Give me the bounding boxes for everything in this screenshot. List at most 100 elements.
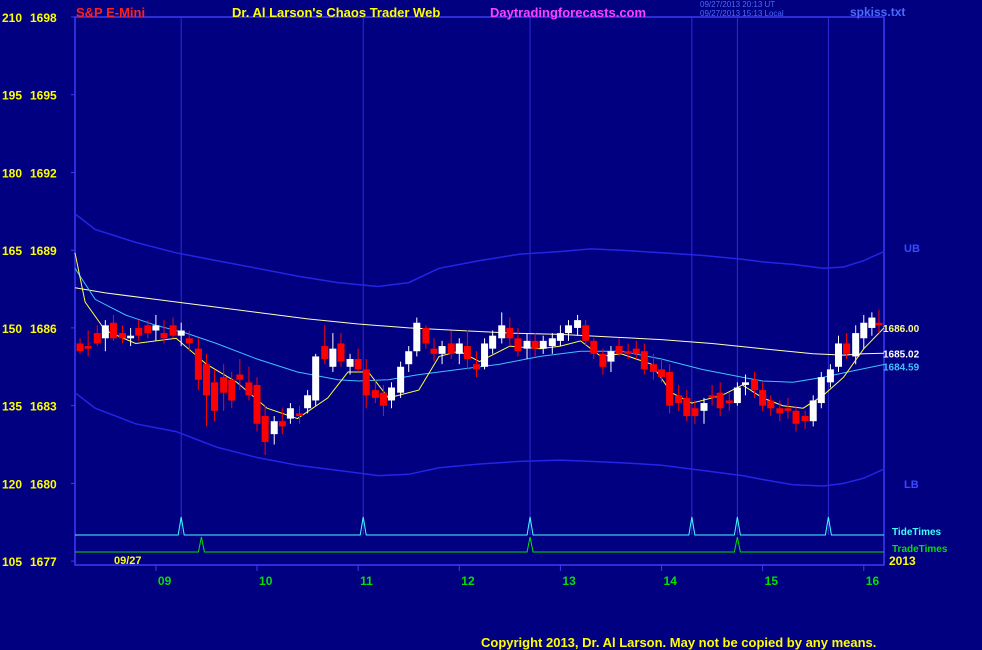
candle-body xyxy=(658,369,666,378)
candle-body xyxy=(733,387,741,404)
y-tick-left-label: 165 xyxy=(2,244,22,258)
candle-body xyxy=(119,333,127,339)
x-tick-label: 15 xyxy=(765,574,779,588)
candle-body xyxy=(691,408,699,417)
candle-body xyxy=(868,317,876,328)
candle-body xyxy=(582,325,590,341)
candle-body xyxy=(447,343,455,354)
y-tick-left-label: 105 xyxy=(2,555,22,569)
y-tick-left-label: 195 xyxy=(2,89,22,103)
candle-body xyxy=(185,338,193,344)
y-tick-right-label: 1692 xyxy=(30,166,57,180)
candle-body xyxy=(767,400,775,409)
site-name[interactable]: Daytradingforecasts.com xyxy=(490,5,646,20)
candle-body xyxy=(135,327,143,336)
upper-band-label: UB xyxy=(904,243,920,255)
candle-body xyxy=(741,382,749,385)
y-tick-left-label: 135 xyxy=(2,400,22,414)
candle-body xyxy=(801,416,809,422)
price-label: 1684.59 xyxy=(883,362,920,373)
price-label: 1686.00 xyxy=(883,324,920,335)
price-label: 1685.02 xyxy=(883,349,920,360)
y-tick-left-label: 180 xyxy=(2,166,22,180)
candle-body xyxy=(472,364,480,370)
y-tick-right-label: 1689 xyxy=(30,244,57,258)
candle-body xyxy=(852,333,860,357)
candle-body xyxy=(834,343,842,367)
symbol-title: S&P E-Mini xyxy=(76,5,146,20)
candle-body xyxy=(202,364,210,396)
candle-body xyxy=(109,322,117,339)
candle-body xyxy=(270,421,278,435)
candle-body xyxy=(160,333,168,339)
candle-body xyxy=(245,382,253,396)
axes: 105 1677 120 1680 135 1683 150 1686 165 1689 180 16… xyxy=(2,11,916,588)
candle-body xyxy=(194,348,202,380)
candle-body xyxy=(388,387,396,401)
candle-body xyxy=(817,377,825,404)
timing-pulses: TideTimesTradeTimes xyxy=(75,516,948,555)
copyright-notice: Copyright 2013, Dr. Al Larson. May not b… xyxy=(481,635,877,650)
candle-body xyxy=(784,408,792,411)
candle-body xyxy=(514,338,522,352)
price-labels: 1686.00 1685.02 1684.59 UB LB xyxy=(883,243,920,491)
y-tick-left-label: 120 xyxy=(2,477,22,491)
year-label: 2013 xyxy=(889,554,916,568)
candle-body xyxy=(826,369,834,383)
data-file-name: spkiss.txt xyxy=(850,5,906,19)
candle-body xyxy=(304,395,312,409)
candle-body xyxy=(506,327,514,339)
candle-body xyxy=(101,325,109,339)
candle-body xyxy=(211,382,219,411)
candle-body xyxy=(337,343,345,362)
y-tick-right-label: 1695 xyxy=(30,89,57,103)
y-tick-right-label: 1677 xyxy=(30,555,57,569)
candle-body xyxy=(405,351,413,365)
timing-vertical-lines xyxy=(180,17,829,535)
candle-body xyxy=(875,322,883,326)
candle-body xyxy=(329,348,337,367)
candle-body xyxy=(379,392,387,406)
x-tick-label: 16 xyxy=(866,574,880,588)
candle-body xyxy=(716,392,724,409)
candle-body xyxy=(776,408,784,414)
timestamp-local: 09/27/2013 15:13 Local xyxy=(700,9,784,18)
candle-body xyxy=(321,346,329,360)
plot-border xyxy=(74,16,885,566)
x-tick-label: 14 xyxy=(664,574,678,588)
candle-body xyxy=(455,343,463,354)
candle-body xyxy=(548,338,556,347)
x-tick-label: 12 xyxy=(461,574,475,588)
x-tick-label: 10 xyxy=(259,574,273,588)
candle-body xyxy=(599,353,607,367)
y-tick-right-label: 1698 xyxy=(30,11,57,25)
date-label: 09/27 xyxy=(114,555,142,567)
candle-body xyxy=(413,322,421,352)
candle-body xyxy=(700,403,708,411)
candle-body xyxy=(422,327,430,344)
candle-body xyxy=(463,346,471,360)
candle-body xyxy=(371,390,379,398)
candle-body xyxy=(93,333,101,344)
candle-body xyxy=(607,351,615,362)
plot-frame xyxy=(74,16,885,566)
candle-body xyxy=(236,374,244,380)
candle-body xyxy=(843,343,851,354)
y-tick-left-label: 210 xyxy=(2,11,22,25)
candle-body xyxy=(666,371,674,406)
timestamp-ut: 09/27/2013 20:13 UT xyxy=(700,0,776,9)
tide-times-label: TideTimes xyxy=(892,527,942,538)
candle-body xyxy=(725,400,733,404)
candle-body xyxy=(438,346,446,354)
candle-body xyxy=(531,340,539,349)
candle-body xyxy=(632,348,640,354)
candle-body xyxy=(498,325,506,339)
candle-body xyxy=(590,340,598,354)
candle-body xyxy=(84,346,92,349)
candle-body xyxy=(430,348,438,354)
candle-body xyxy=(564,325,572,334)
candle-body xyxy=(649,364,657,372)
candle-body xyxy=(759,390,767,406)
page-title: Dr. Al Larson's Chaos Trader Web xyxy=(232,5,441,20)
upper-band-line xyxy=(74,213,885,288)
